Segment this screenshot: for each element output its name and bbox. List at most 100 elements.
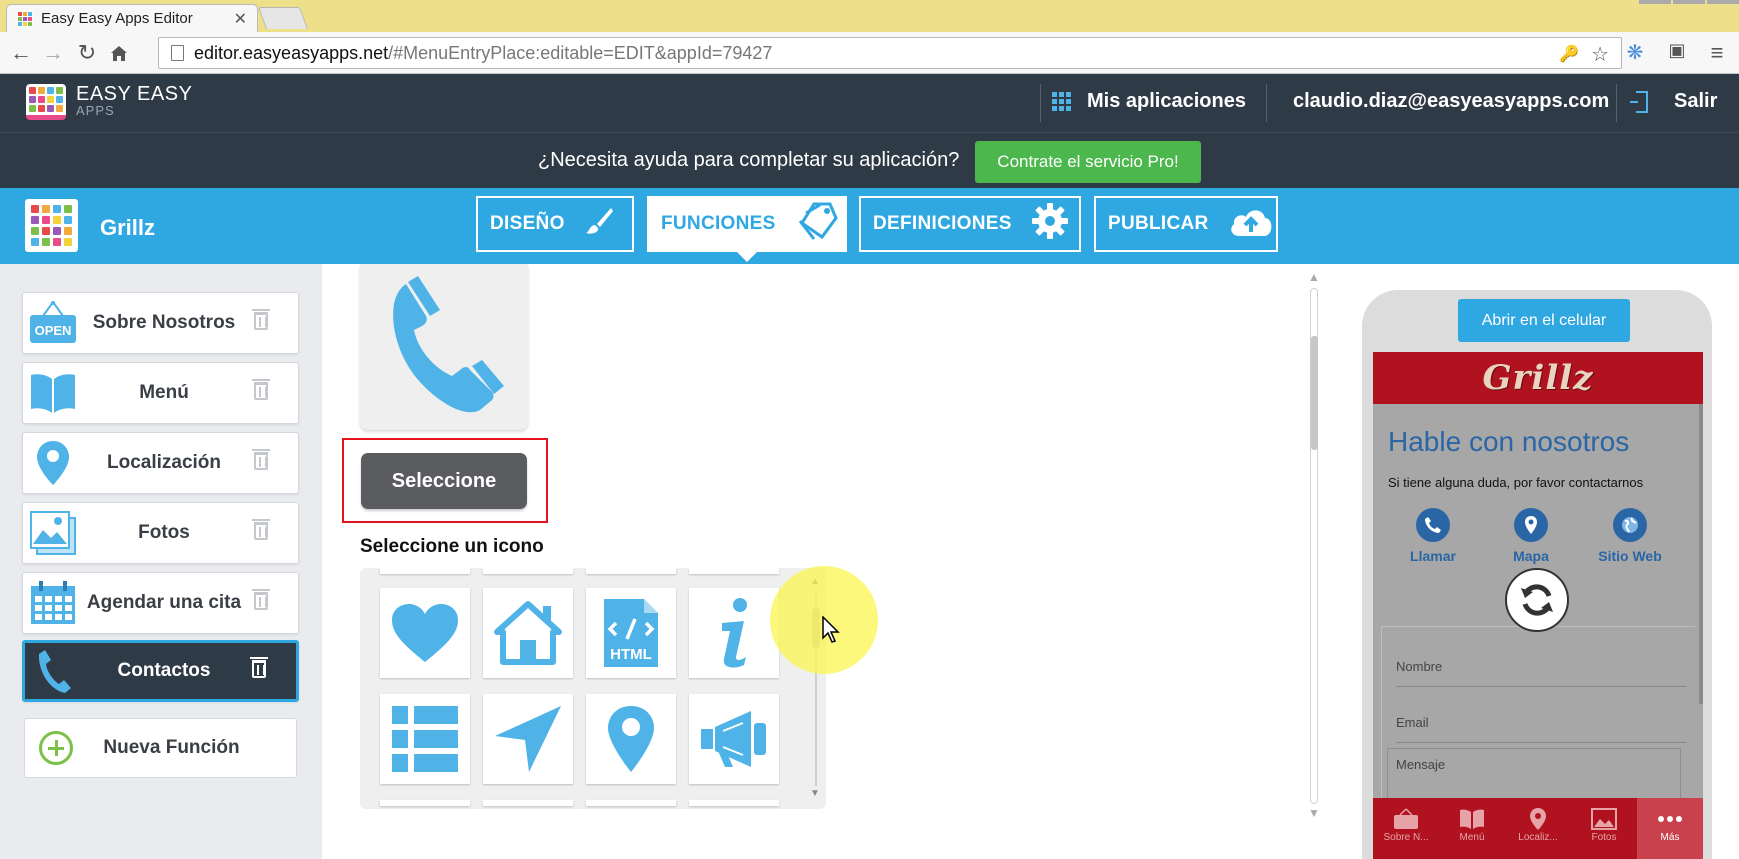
key-icon[interactable]: 🔑 (1559, 44, 1579, 64)
tab-publicar[interactable]: PUBLICAR (1094, 196, 1278, 252)
icon-cell[interactable] (586, 568, 676, 574)
my-apps-link[interactable]: Mis aplicaciones (1052, 90, 1246, 113)
logout-label: Salir (1674, 90, 1718, 112)
editor-scrollbar[interactable]: ▲ ▼ (1306, 270, 1322, 822)
icon-cell[interactable] (483, 800, 573, 806)
icon-option-home[interactable] (483, 588, 573, 678)
tab-close-icon[interactable]: ✕ (234, 9, 247, 29)
icon-option-map-pin[interactable] (586, 694, 676, 784)
icon-cell[interactable] (689, 800, 779, 806)
reload-icon[interactable]: ↻ (74, 40, 100, 66)
phone-nav-label: Más (1660, 832, 1680, 843)
help-bar: ¿Necesita ayuda para completar su aplica… (0, 132, 1739, 188)
icon-option-megaphone[interactable] (689, 694, 779, 784)
home-icon (494, 601, 562, 665)
open-on-phone-button[interactable]: Abrir en el celular (1458, 299, 1630, 342)
phone-nav-item-fotos[interactable]: Fotos (1571, 798, 1637, 859)
select-button[interactable]: Seleccione (361, 453, 527, 509)
phone-nav-item-mas[interactable]: Más (1637, 798, 1703, 859)
scroll-thumb[interactable] (1311, 336, 1318, 450)
brand-grid-icon (26, 84, 66, 120)
new-function-button[interactable]: Nueva Función (24, 718, 297, 778)
brand-logo[interactable]: EASY EASY APPS (26, 84, 192, 120)
sidebar-item-sobre-nosotros[interactable]: OPEN Sobre Nosotros (22, 292, 299, 354)
app-bar: Grillz DISEÑO FUNCIONES DEFINICIONES PUB… (0, 188, 1739, 264)
extension-icon[interactable]: ❋ (1622, 40, 1648, 65)
call-action[interactable]: Llamar (1388, 508, 1478, 564)
sidebar-item-label: Agendar una cita (86, 592, 242, 613)
tab-diseno[interactable]: DISEÑO (476, 196, 634, 252)
cast-icon[interactable]: ▣ (1664, 40, 1690, 61)
logout-link[interactable]: Salir (1630, 90, 1718, 113)
phone-nav-label: Localiz... (1518, 832, 1558, 843)
tags-icon (794, 201, 840, 247)
map-pin-icon (608, 706, 654, 772)
functions-sidebar: OPEN Sobre Nosotros Menú Localización Fo… (0, 264, 322, 859)
name-field[interactable]: Nombre (1396, 659, 1686, 687)
brand-subtitle: APPS (76, 103, 115, 118)
menu-icon[interactable]: ≡ (1704, 40, 1730, 66)
user-email[interactable]: claudio.diaz@easyeasyapps.com (1293, 90, 1609, 113)
photos-icon (28, 508, 78, 558)
trash-icon[interactable] (248, 657, 270, 684)
list-icon (392, 706, 458, 772)
scroll-down-icon[interactable]: ▼ (1308, 806, 1320, 820)
sidebar-item-label: Fotos (138, 522, 190, 543)
browser-tab[interactable]: Easy Easy Apps Editor ✕ (6, 4, 258, 32)
sidebar-item-localizacion[interactable]: Localización (22, 432, 299, 494)
selected-icon-preview (360, 264, 528, 430)
tab-label: PUBLICAR (1108, 213, 1209, 234)
sidebar-item-fotos[interactable]: Fotos (22, 502, 299, 564)
bookmark-star-icon[interactable]: ☆ (1591, 42, 1609, 67)
email-field[interactable]: Email (1396, 715, 1686, 743)
phone-nav-item-menu[interactable]: Menú (1439, 798, 1505, 859)
phone-icon (30, 646, 80, 696)
sidebar-item-agendar-cita[interactable]: Agendar una cita (22, 572, 299, 634)
refresh-icon[interactable] (1505, 568, 1569, 632)
forward-arrow-icon[interactable]: → (40, 40, 66, 66)
home-icon[interactable] (106, 40, 132, 66)
address-bar[interactable]: editor.easyeasyapps.net/#MenuEntryPlace:… (158, 37, 1622, 69)
icon-cell[interactable] (689, 568, 779, 574)
trash-icon[interactable] (250, 519, 272, 546)
icon-cell[interactable] (483, 568, 573, 574)
sidebar-item-contactos[interactable]: Contactos (22, 640, 299, 702)
trash-icon[interactable] (250, 309, 272, 336)
trash-icon[interactable] (250, 589, 272, 616)
website-action[interactable]: Sitio Web (1585, 508, 1675, 564)
calendar-icon (28, 578, 78, 628)
icon-picker-grid: HTML (360, 568, 826, 809)
phone-bottom-nav: Sobre N... Menú Localiz... Fotos Más (1373, 798, 1703, 859)
icon-cell[interactable] (380, 800, 470, 806)
icon-option-html[interactable]: HTML (586, 588, 676, 678)
tab-definiciones[interactable]: DEFINICIONES (859, 196, 1081, 252)
icon-option-heart[interactable] (380, 588, 470, 678)
phone-nav-item-localizacion[interactable]: Localiz... (1505, 798, 1571, 859)
url-host: editor.easyeasyapps.net (194, 42, 389, 63)
header-divider (1040, 84, 1041, 122)
phone-nav-item-sobre[interactable]: Sobre N... (1373, 798, 1439, 859)
action-label: Llamar (1410, 548, 1456, 564)
icon-cell[interactable] (380, 568, 470, 574)
scroll-up-icon[interactable]: ▲ (1308, 270, 1320, 284)
trash-icon[interactable] (250, 449, 272, 476)
globe-icon (1613, 508, 1647, 542)
new-tab-button[interactable] (257, 7, 309, 29)
icon-option-navigation[interactable] (483, 694, 573, 784)
action-label: Sitio Web (1598, 548, 1662, 564)
phone-scrollbar[interactable] (1699, 404, 1703, 704)
hire-pro-button[interactable]: Contrate el servicio Pro! (975, 141, 1201, 183)
mouse-cursor-icon (822, 615, 840, 649)
open-sign-icon (1373, 806, 1439, 832)
back-arrow-icon[interactable]: ← (8, 40, 34, 66)
trash-icon[interactable] (250, 379, 272, 406)
icon-cell[interactable] (586, 800, 676, 806)
browser-toolbar: ← → ↻ editor.easyeasyapps.net/#MenuEntry… (0, 32, 1739, 74)
tab-funciones[interactable]: FUNCIONES (647, 196, 847, 262)
map-action[interactable]: Mapa (1486, 508, 1576, 564)
icon-option-list[interactable] (380, 694, 470, 784)
cloud-upload-icon (1227, 204, 1275, 244)
sidebar-item-menu[interactable]: Menú (22, 362, 299, 424)
scroll-down-icon[interactable]: ▼ (810, 788, 820, 799)
icon-option-info[interactable] (689, 588, 779, 678)
